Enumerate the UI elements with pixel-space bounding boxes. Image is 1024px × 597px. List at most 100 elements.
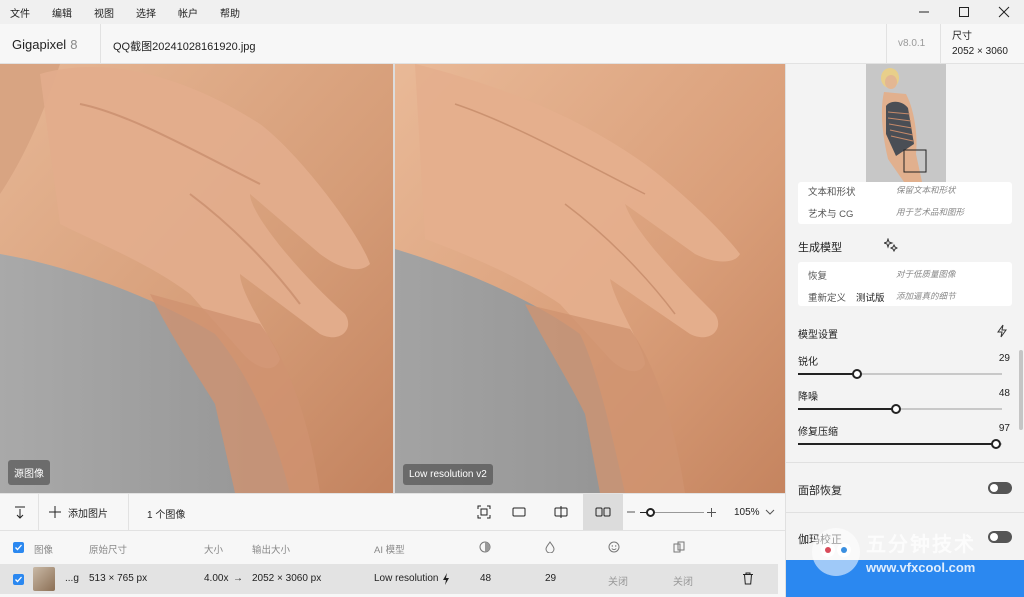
image-count: 1 个图像 bbox=[147, 510, 186, 521]
single-view-button[interactable] bbox=[505, 494, 533, 530]
slider-label: 降噪 bbox=[798, 392, 818, 403]
source-image bbox=[0, 64, 393, 493]
zoom-slider[interactable] bbox=[640, 508, 704, 517]
gamma-correction-label: 伽玛校正 bbox=[798, 534, 842, 546]
row-ai-model: Low resolution bbox=[374, 573, 439, 584]
menu-help[interactable]: 帮助 bbox=[220, 5, 240, 20]
header-image: 图像 bbox=[34, 545, 54, 556]
arrow-right-icon: → bbox=[233, 573, 243, 584]
minimize-icon bbox=[919, 11, 929, 13]
file-name: QQ截图20241028161920.jpg bbox=[113, 41, 256, 53]
split-view-icon bbox=[554, 506, 568, 518]
menu-view[interactable]: 视图 bbox=[94, 5, 114, 20]
row-original-size: 513 × 765 px bbox=[89, 573, 148, 584]
slider-label: 锐化 bbox=[798, 357, 818, 368]
model-option-text-shapes[interactable]: 文本和形状 保留文本和形状 bbox=[808, 184, 1006, 204]
denoise-column-icon bbox=[545, 541, 555, 556]
check-icon bbox=[15, 544, 22, 551]
check-icon bbox=[15, 576, 22, 583]
model-option-recover[interactable]: 恢复 对于低质量图像 bbox=[808, 268, 1006, 288]
app-name: Gigapixel bbox=[12, 37, 67, 52]
face-column-icon bbox=[608, 541, 620, 556]
slider-handle[interactable] bbox=[990, 439, 1001, 449]
slider-track[interactable] bbox=[798, 369, 1002, 379]
menu-file[interactable]: 文件 bbox=[10, 5, 30, 20]
menu-select[interactable]: 选择 bbox=[136, 5, 156, 20]
minimize-button[interactable] bbox=[904, 0, 944, 24]
gamma-column-icon bbox=[673, 541, 685, 556]
divider bbox=[786, 512, 1024, 513]
divider bbox=[100, 24, 101, 64]
slider-fill bbox=[798, 408, 896, 410]
header-ai-model: AI 模型 bbox=[374, 545, 405, 556]
gamma-correction-toggle[interactable] bbox=[988, 531, 1012, 543]
sort-button[interactable] bbox=[4, 494, 36, 530]
fit-view-button[interactable] bbox=[470, 494, 498, 530]
model-desc: 保留文本和形状 bbox=[896, 185, 956, 195]
output-pane[interactable]: Low resolution v2 bbox=[395, 64, 785, 493]
sharpen-column-icon bbox=[479, 541, 491, 556]
divider bbox=[128, 494, 129, 530]
split-view-button[interactable] bbox=[547, 494, 575, 530]
add-image-label[interactable]: 添加图片 bbox=[68, 505, 108, 520]
close-button[interactable] bbox=[984, 0, 1024, 24]
model-desc: 对于低质量图像 bbox=[896, 269, 956, 279]
trash-icon[interactable] bbox=[742, 572, 754, 588]
app-version: v8.0.1 bbox=[898, 38, 926, 49]
lightning-icon[interactable] bbox=[996, 324, 1008, 341]
table-row[interactable]: ...g 513 × 765 px 4.00x → 2052 × 3060 px… bbox=[0, 564, 778, 594]
row-gamma: 关闭 bbox=[673, 577, 693, 588]
fit-screen-icon bbox=[477, 505, 491, 519]
side-by-side-icon bbox=[595, 507, 611, 517]
slider-handle[interactable] bbox=[890, 404, 901, 414]
zoom-out-button[interactable] bbox=[626, 494, 636, 530]
sparkle-icon[interactable] bbox=[882, 237, 899, 255]
zoom-dropdown[interactable] bbox=[764, 494, 776, 530]
face-recovery-toggle[interactable] bbox=[988, 482, 1012, 494]
source-label: 源图像 bbox=[8, 460, 50, 485]
menu-edit[interactable]: 编辑 bbox=[52, 5, 72, 20]
panel-scrollbar[interactable] bbox=[1019, 350, 1023, 430]
output-label: Low resolution v2 bbox=[403, 464, 493, 485]
zoom-value[interactable]: 105% bbox=[734, 507, 760, 518]
model-option-art-cg[interactable]: 艺术与 CG 用于艺术品和图形 bbox=[808, 206, 1006, 226]
beta-badge: 测试版 bbox=[856, 293, 885, 304]
single-view-icon bbox=[512, 507, 526, 517]
preview-area[interactable]: 源图像 Low resolution v2 bbox=[0, 64, 785, 493]
generative-model-list: 恢复 对于低质量图像 重新定义 测试版 添加逼真的细节 bbox=[798, 262, 1012, 306]
app-brand: Gigapixel 8 bbox=[12, 37, 77, 52]
titlebar: Gigapixel 8 QQ截图20241028161920.jpg v8.0.1… bbox=[0, 24, 1024, 64]
slider-fill bbox=[798, 373, 858, 375]
maximize-button[interactable] bbox=[944, 0, 984, 24]
row-checkbox[interactable] bbox=[13, 574, 24, 585]
menu: 文件 编辑 视图 选择 帐户 帮助 bbox=[0, 5, 262, 20]
menubar: 文件 编辑 视图 选择 帐户 帮助 bbox=[0, 0, 1024, 24]
slider-value: 97 bbox=[998, 423, 1010, 434]
size-value: 2052 × 3060 bbox=[952, 46, 1008, 57]
app-window: 文件 编辑 视图 选择 帐户 帮助 Gigapixel 8 QQ截图2024102… bbox=[0, 0, 1024, 597]
row-face-recovery: 关闭 bbox=[608, 577, 628, 588]
add-image-button[interactable] bbox=[48, 494, 62, 530]
model-desc: 用于艺术品和图形 bbox=[896, 207, 965, 217]
slider-handle[interactable] bbox=[852, 369, 863, 379]
model-name: 文本和形状 bbox=[808, 187, 856, 198]
slider-fill bbox=[798, 443, 996, 445]
select-all-checkbox[interactable] bbox=[13, 542, 24, 553]
side-by-side-view-button[interactable] bbox=[583, 494, 623, 530]
slider-label: 修复压缩 bbox=[798, 427, 838, 438]
navigator-image bbox=[866, 64, 946, 182]
output-size-info: 尺寸 2052 × 3060 bbox=[952, 29, 1008, 59]
model-option-redefine[interactable]: 重新定义 测试版 添加逼真的细节 bbox=[808, 290, 1006, 310]
menu-account[interactable]: 帐户 bbox=[178, 5, 198, 20]
source-pane[interactable]: 源图像 bbox=[0, 64, 393, 493]
slider-track[interactable] bbox=[798, 439, 1002, 449]
model-desc: 添加逼真的细节 bbox=[896, 291, 956, 301]
zoom-in-button[interactable] bbox=[706, 494, 716, 530]
minus-icon bbox=[627, 511, 635, 513]
navigator-thumbnail[interactable] bbox=[866, 64, 946, 182]
zoom-handle[interactable] bbox=[645, 508, 655, 517]
slider-track[interactable] bbox=[798, 404, 1002, 414]
plus-icon bbox=[49, 506, 61, 518]
export-button[interactable] bbox=[786, 560, 1024, 597]
style-model-list: 文本和形状 保留文本和形状 艺术与 CG 用于艺术品和图形 bbox=[798, 182, 1012, 224]
